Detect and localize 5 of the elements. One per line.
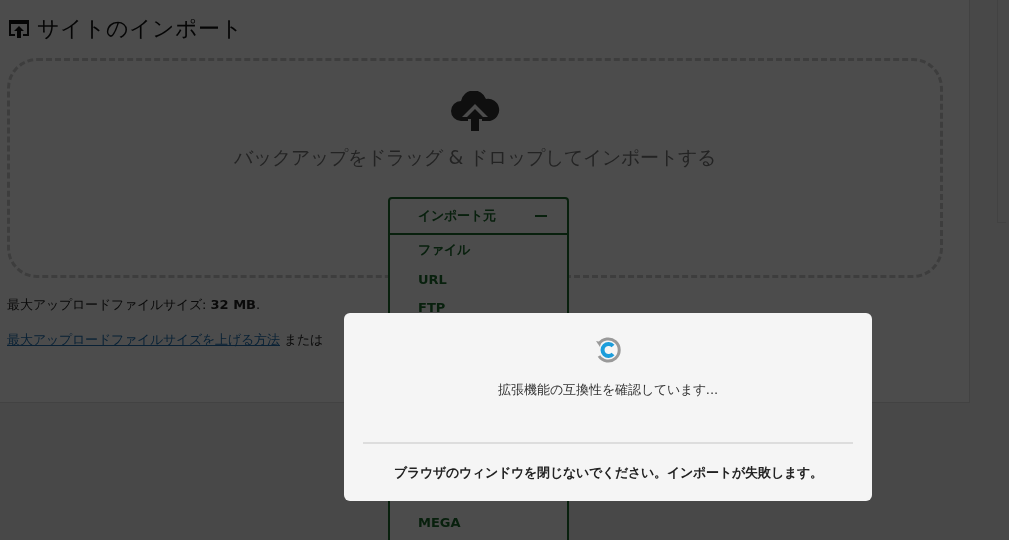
page-title: サイトのインポート	[37, 15, 243, 43]
warning-message: ブラウザのウィンドウを閉じないでください。インポートが失敗します。	[393, 464, 823, 482]
status-message: 拡張機能の互換性を確認しています...	[497, 381, 719, 399]
spinner-icon	[593, 335, 623, 365]
help-text: または	[284, 331, 323, 349]
